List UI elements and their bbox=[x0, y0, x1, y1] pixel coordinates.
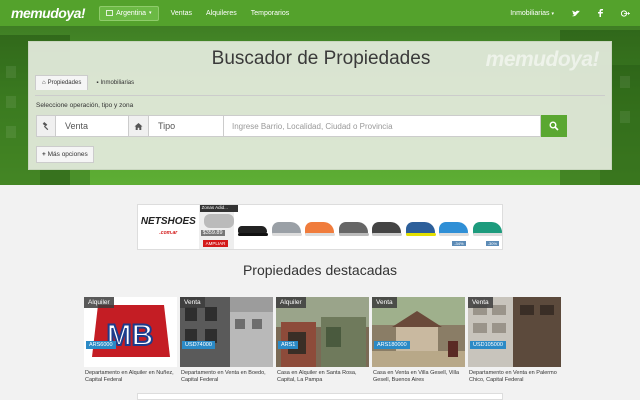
ad-product bbox=[301, 205, 336, 249]
google-plus-icon[interactable] bbox=[621, 9, 630, 17]
site-logo[interactable]: memudoya! bbox=[11, 5, 86, 21]
operation-label: Seleccione operación, tipo y zona bbox=[36, 102, 134, 109]
plus-icon: + bbox=[42, 151, 46, 158]
secondary-ad-banner[interactable] bbox=[137, 393, 503, 400]
property-caption[interactable]: Casa en Venta en Villa Gesell, Villa Ges… bbox=[372, 370, 465, 385]
briefcase-icon: ▪ bbox=[96, 79, 99, 86]
gavel-icon bbox=[36, 115, 56, 137]
property-card[interactable]: Venta USD74000 Departamento en Venta en … bbox=[180, 297, 273, 385]
ad-product bbox=[335, 205, 369, 249]
type-select[interactable]: Tipo bbox=[149, 115, 224, 137]
ad-banner[interactable]: NETSHOES .com.ar Zonas Adid... $359.89 AM… bbox=[137, 204, 503, 250]
ad-brand-logo: NETSHOES .com.ar bbox=[138, 205, 200, 249]
ad-product: -30% bbox=[469, 205, 502, 249]
inmobiliarias-dropdown[interactable]: Inmobiliarias ▾ bbox=[510, 10, 554, 17]
right-nav: Inmobiliarias ▾ bbox=[510, 0, 630, 26]
facebook-icon[interactable] bbox=[598, 9, 603, 17]
search-row: Venta Tipo Ingrese Barrio, Localidad, Ci… bbox=[36, 115, 567, 137]
property-caption[interactable]: Departamento en Alquiler en Nuñez, Capit… bbox=[84, 370, 177, 385]
property-caption[interactable]: Departamento en Venta en Palermo Chico, … bbox=[468, 370, 561, 385]
search-panel: memudoya! Buscador de Propiedades ⌂ Prop… bbox=[28, 41, 612, 170]
ad-product bbox=[268, 205, 302, 249]
featured-list: MB Alquiler ARS6000 Departamento en Alqu… bbox=[84, 297, 561, 385]
home-icon: ⌂ bbox=[42, 80, 46, 86]
more-options-button[interactable]: + Más opciones bbox=[36, 146, 94, 163]
chevron-down-icon: ▾ bbox=[551, 10, 554, 17]
search-icon bbox=[549, 121, 559, 131]
search-title: Buscador de Propiedades bbox=[211, 48, 431, 69]
property-card[interactable]: MB Alquiler ARS6000 Departamento en Alqu… bbox=[84, 297, 177, 385]
country-label: Argentina bbox=[116, 9, 147, 17]
twitter-icon[interactable] bbox=[572, 10, 580, 17]
tab-divider bbox=[35, 95, 605, 96]
ad-promo-tag: Zonas Adid... bbox=[199, 205, 238, 212]
ad-product bbox=[368, 205, 403, 249]
ad-promo-price: $359.89 bbox=[200, 230, 225, 236]
flag-icon bbox=[106, 10, 113, 16]
featured-title: Propiedades destacadas bbox=[242, 262, 398, 278]
country-selector[interactable]: Argentina ▾ bbox=[99, 5, 159, 21]
top-navbar: memudoya! Argentina ▾ Ventas Alquileres … bbox=[0, 0, 640, 26]
ad-product bbox=[402, 205, 436, 249]
ad-promo: Zonas Adid... $359.89 AMPLIAR bbox=[199, 205, 238, 249]
property-caption[interactable]: Casa en Alquiler en Santa Rosa, Capital,… bbox=[276, 370, 369, 385]
home-icon bbox=[129, 115, 149, 137]
operation-select[interactable]: Venta bbox=[56, 115, 129, 137]
property-card[interactable]: Alquiler ARS1 Casa en Alquiler en Santa … bbox=[276, 297, 369, 385]
chevron-down-icon: ▾ bbox=[149, 10, 152, 16]
search-tabs: ⌂ Propiedades ▪ Inmobiliarias bbox=[35, 75, 140, 90]
search-button[interactable] bbox=[541, 115, 567, 137]
ad-product bbox=[234, 205, 269, 249]
property-card[interactable]: Venta USD105000 Departamento en Venta en… bbox=[468, 297, 561, 385]
ad-cta-button[interactable]: AMPLIAR bbox=[202, 240, 229, 247]
nav-alquileres[interactable]: Alquileres bbox=[206, 10, 237, 17]
location-input[interactable]: Ingrese Barrio, Localidad, Ciudad o Prov… bbox=[224, 115, 541, 137]
tab-inmobiliarias[interactable]: ▪ Inmobiliarias bbox=[90, 75, 140, 90]
tab-propiedades[interactable]: ⌂ Propiedades bbox=[35, 75, 89, 90]
nav-temporarios[interactable]: Temporarios bbox=[251, 10, 290, 17]
property-caption[interactable]: Departamento en Venta en Boedo, Capital … bbox=[180, 370, 273, 385]
property-card[interactable]: Venta ARS180000 Casa en Venta en Villa G… bbox=[372, 297, 465, 385]
nav-ventas[interactable]: Ventas bbox=[171, 10, 192, 17]
ad-product: -34% bbox=[435, 205, 470, 249]
